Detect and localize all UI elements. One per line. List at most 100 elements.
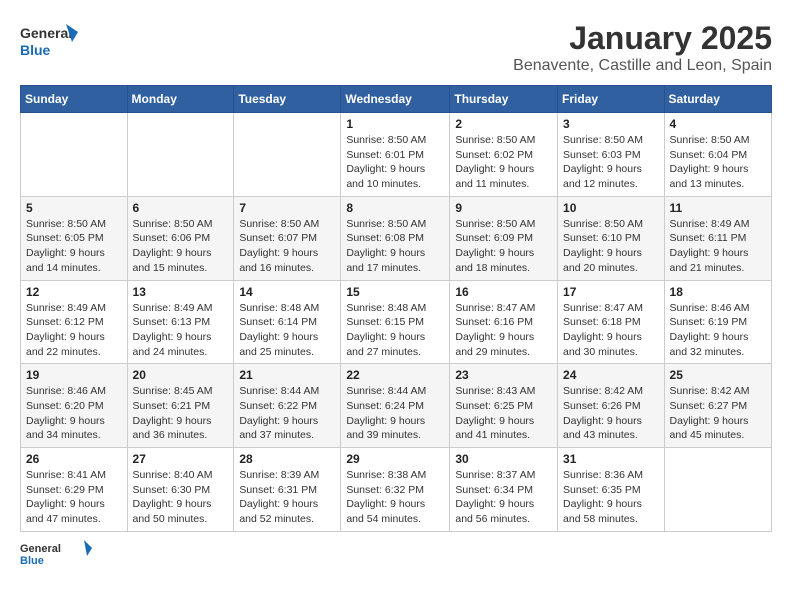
calendar-cell: 30 Sunrise: 8:37 AM Sunset: 6:34 PM Dayli… — [450, 448, 558, 532]
calendar-cell: 29 Sunrise: 8:38 AM Sunset: 6:32 PM Dayli… — [341, 448, 450, 532]
week-row-2: 5 Sunrise: 8:50 AM Sunset: 6:05 PM Daylig… — [21, 196, 772, 280]
day-number: 23 — [455, 368, 552, 382]
weekday-thursday: Thursday — [450, 86, 558, 113]
calendar-cell: 21Sunrise: 8:44 AM Sunset: 6:22 PM Dayli… — [234, 364, 341, 448]
calendar-cell: 31Sunrise: 8:36 AM Sunset: 6:35 PM Dayli… — [558, 448, 665, 532]
weekday-monday: Monday — [127, 86, 234, 113]
svg-text:General: General — [20, 25, 72, 41]
day-number: 15 — [346, 285, 444, 299]
calendar-cell — [234, 113, 341, 197]
calendar-cell: 7Sunrise: 8:50 AM Sunset: 6:07 PM Daylig… — [234, 196, 341, 280]
day-number: 4 — [670, 117, 766, 131]
day-info: Sunrise: 8:50 AM Sunset: 6:03 PM Dayligh… — [563, 133, 659, 192]
calendar-cell: 20Sunrise: 8:45 AM Sunset: 6:21 PM Dayli… — [127, 364, 234, 448]
calendar-cell: 12Sunrise: 8:49 AM Sunset: 6:12 PM Dayli… — [21, 280, 128, 364]
day-number: 25 — [670, 368, 766, 382]
day-number: 10 — [563, 201, 659, 215]
day-info: Sunrise: 8:48 AM Sunset: 6:14 PM Dayligh… — [239, 301, 335, 360]
day-info: Sunrise: 8:50 AM Sunset: 6:01 PM Dayligh… — [346, 133, 444, 192]
day-info: Sunrise: 8:42 AM Sunset: 6:26 PM Dayligh… — [563, 384, 659, 443]
weekday-friday: Friday — [558, 86, 665, 113]
day-number: 8 — [346, 201, 444, 215]
calendar-cell: 14 Sunrise: 8:48 AM Sunset: 6:14 PM Dayli… — [234, 280, 341, 364]
calendar-cell — [664, 448, 771, 532]
day-number: 7 — [239, 201, 335, 215]
calendar-cell: 18 Sunrise: 8:46 AM Sunset: 6:19 PM Dayli… — [664, 280, 771, 364]
calendar-cell — [21, 113, 128, 197]
calendar-cell: 16 Sunrise: 8:47 AM Sunset: 6:16 PM Dayli… — [450, 280, 558, 364]
weekday-sunday: Sunday — [21, 86, 128, 113]
calendar-cell — [127, 113, 234, 197]
day-number: 2 — [455, 117, 552, 131]
day-info: Sunrise: 8:37 AM Sunset: 6:34 PM Dayligh… — [455, 468, 552, 527]
day-number: 26 — [26, 452, 122, 466]
day-info: Sunrise: 8:46 AM Sunset: 6:19 PM Dayligh… — [670, 301, 766, 360]
day-number: 18 — [670, 285, 766, 299]
day-number: 1 — [346, 117, 444, 131]
day-info: Sunrise: 8:50 AM Sunset: 6:04 PM Dayligh… — [670, 133, 766, 192]
week-row-3: 12Sunrise: 8:49 AM Sunset: 6:12 PM Dayli… — [21, 280, 772, 364]
calendar-cell: 15 Sunrise: 8:48 AM Sunset: 6:15 PM Dayli… — [341, 280, 450, 364]
day-number: 30 — [455, 452, 552, 466]
logo-svg: GeneralBlue — [20, 20, 80, 60]
calendar-cell: 17Sunrise: 8:47 AM Sunset: 6:18 PM Dayli… — [558, 280, 665, 364]
day-info: Sunrise: 8:39 AM Sunset: 6:31 PM Dayligh… — [239, 468, 335, 527]
logo-footer: General Blue — [20, 538, 772, 568]
day-number: 21 — [239, 368, 335, 382]
day-info: Sunrise: 8:40 AM Sunset: 6:30 PM Dayligh… — [133, 468, 229, 527]
week-row-1: 1 Sunrise: 8:50 AM Sunset: 6:01 PM Daylig… — [21, 113, 772, 197]
day-info: Sunrise: 8:41 AM Sunset: 6:29 PM Dayligh… — [26, 468, 122, 527]
day-number: 29 — [346, 452, 444, 466]
day-number: 12 — [26, 285, 122, 299]
weekday-tuesday: Tuesday — [234, 86, 341, 113]
day-info: Sunrise: 8:43 AM Sunset: 6:25 PM Dayligh… — [455, 384, 552, 443]
calendar-cell: 3 Sunrise: 8:50 AM Sunset: 6:03 PM Daylig… — [558, 113, 665, 197]
day-info: Sunrise: 8:50 AM Sunset: 6:08 PM Dayligh… — [346, 217, 444, 276]
day-number: 9 — [455, 201, 552, 215]
day-number: 22 — [346, 368, 444, 382]
day-number: 16 — [455, 285, 552, 299]
svg-text:General: General — [20, 543, 61, 555]
calendar-cell: 22 Sunrise: 8:44 AM Sunset: 6:24 PM Dayli… — [341, 364, 450, 448]
day-number: 31 — [563, 452, 659, 466]
day-info: Sunrise: 8:38 AM Sunset: 6:32 PM Dayligh… — [346, 468, 444, 527]
svg-text:Blue: Blue — [20, 555, 44, 567]
day-info: Sunrise: 8:50 AM Sunset: 6:05 PM Dayligh… — [26, 217, 122, 276]
day-info: Sunrise: 8:48 AM Sunset: 6:15 PM Dayligh… — [346, 301, 444, 360]
calendar-cell: 23 Sunrise: 8:43 AM Sunset: 6:25 PM Dayli… — [450, 364, 558, 448]
day-info: Sunrise: 8:46 AM Sunset: 6:20 PM Dayligh… — [26, 384, 122, 443]
weekday-saturday: Saturday — [664, 86, 771, 113]
calendar-cell: 19Sunrise: 8:46 AM Sunset: 6:20 PM Dayli… — [21, 364, 128, 448]
calendar-cell: 6 Sunrise: 8:50 AM Sunset: 6:06 PM Daylig… — [127, 196, 234, 280]
calendar-cell: 24 Sunrise: 8:42 AM Sunset: 6:26 PM Dayli… — [558, 364, 665, 448]
svg-text:Blue: Blue — [20, 42, 51, 58]
day-number: 24 — [563, 368, 659, 382]
calendar-cell: 28 Sunrise: 8:39 AM Sunset: 6:31 PM Dayli… — [234, 448, 341, 532]
day-number: 27 — [133, 452, 229, 466]
logo: GeneralBlue — [20, 20, 80, 60]
day-info: Sunrise: 8:47 AM Sunset: 6:16 PM Dayligh… — [455, 301, 552, 360]
subtitle: Benavente, Castille and Leon, Spain — [513, 57, 772, 75]
calendar-cell: 10Sunrise: 8:50 AM Sunset: 6:10 PM Dayli… — [558, 196, 665, 280]
day-info: Sunrise: 8:47 AM Sunset: 6:18 PM Dayligh… — [563, 301, 659, 360]
title-section: January 2025 Benavente, Castille and Leo… — [513, 20, 772, 75]
day-info: Sunrise: 8:44 AM Sunset: 6:24 PM Dayligh… — [346, 384, 444, 443]
weekday-wednesday: Wednesday — [341, 86, 450, 113]
day-number: 5 — [26, 201, 122, 215]
week-row-5: 26 Sunrise: 8:41 AM Sunset: 6:29 PM Dayli… — [21, 448, 772, 532]
calendar-cell: 2Sunrise: 8:50 AM Sunset: 6:02 PM Daylig… — [450, 113, 558, 197]
day-info: Sunrise: 8:50 AM Sunset: 6:06 PM Dayligh… — [133, 217, 229, 276]
calendar-cell: 26 Sunrise: 8:41 AM Sunset: 6:29 PM Dayli… — [21, 448, 128, 532]
main-title: January 2025 — [513, 20, 772, 57]
day-number: 28 — [239, 452, 335, 466]
day-number: 13 — [133, 285, 229, 299]
calendar-cell: 11Sunrise: 8:49 AM Sunset: 6:11 PM Dayli… — [664, 196, 771, 280]
day-number: 14 — [239, 285, 335, 299]
calendar-cell: 25Sunrise: 8:42 AM Sunset: 6:27 PM Dayli… — [664, 364, 771, 448]
day-number: 6 — [133, 201, 229, 215]
calendar-cell: 13Sunrise: 8:49 AM Sunset: 6:13 PM Dayli… — [127, 280, 234, 364]
day-info: Sunrise: 8:50 AM Sunset: 6:09 PM Dayligh… — [455, 217, 552, 276]
calendar-body: 1 Sunrise: 8:50 AM Sunset: 6:01 PM Daylig… — [21, 113, 772, 532]
weekday-header-row: SundayMondayTuesdayWednesdayThursdayFrid… — [21, 86, 772, 113]
day-number: 3 — [563, 117, 659, 131]
